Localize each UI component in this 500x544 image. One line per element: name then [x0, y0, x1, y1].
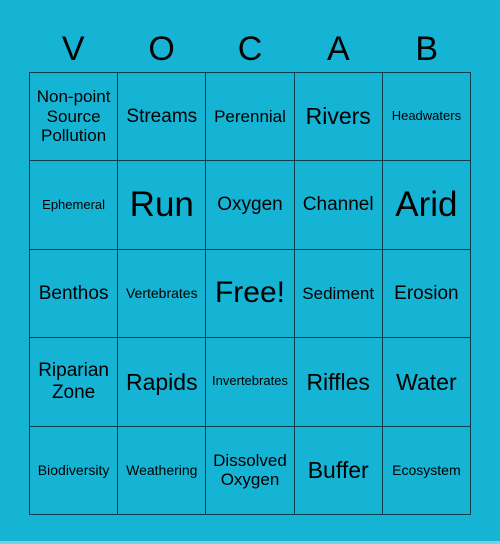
bingo-cell[interactable]: Sediment: [294, 249, 383, 339]
cell-label: Erosion: [394, 282, 459, 304]
cell-label: Riparian Zone: [38, 360, 109, 403]
header-letter: C: [237, 30, 263, 68]
bingo-cell[interactable]: Rapids: [118, 338, 207, 427]
bingo-cell[interactable]: Biodiversity: [30, 426, 119, 515]
cell-label: Riffles: [306, 368, 370, 395]
cell-label: Biodiversity: [37, 462, 110, 479]
header-letter: O: [148, 30, 175, 68]
cell-label: Vertebrates: [125, 285, 198, 302]
bingo-cell[interactable]: Channel: [294, 161, 383, 250]
cell-label: Arid: [395, 184, 458, 224]
free-space-cell[interactable]: Free!: [206, 249, 295, 339]
cell-label: Benthos: [38, 282, 109, 304]
cell-label: Rapids: [125, 368, 198, 395]
bingo-cell[interactable]: Streams: [118, 73, 207, 162]
header-letter: A: [327, 30, 350, 68]
cell-label: Ecosystem: [392, 462, 461, 479]
bingo-cell[interactable]: Ephemeral: [30, 161, 119, 250]
bingo-cell[interactable]: Non-point Source Pollution: [30, 73, 119, 162]
bingo-cell[interactable]: Benthos: [30, 249, 119, 339]
bingo-cell[interactable]: Weathering: [118, 426, 207, 515]
cell-label: Sediment: [302, 283, 375, 303]
bingo-cell[interactable]: Erosion: [382, 249, 471, 339]
cell-label: Headwaters: [391, 108, 462, 124]
bingo-header: V O C A B: [29, 24, 471, 74]
header-letter: V: [61, 30, 85, 68]
header-letter: B: [415, 30, 439, 68]
cell-label: Weathering: [126, 462, 198, 479]
cell-label: Buffer: [307, 457, 369, 484]
bingo-cell[interactable]: Buffer: [294, 426, 383, 515]
bingo-cell[interactable]: Riparian Zone: [30, 338, 119, 427]
bingo-grid: Non-point Source Pollution Streams Perenni…: [29, 72, 471, 515]
cell-label: Free!: [214, 276, 285, 310]
cell-label: Invertebrates: [212, 373, 288, 389]
cell-label: Channel: [302, 194, 374, 216]
bingo-cell[interactable]: Arid: [382, 161, 471, 250]
cell-label: Run: [129, 184, 194, 224]
cell-label: Rivers: [305, 103, 371, 130]
bingo-cell[interactable]: Riffles: [294, 338, 383, 427]
bingo-cell[interactable]: Water: [382, 338, 471, 427]
bingo-cell[interactable]: Perennial: [206, 73, 295, 162]
bingo-cell[interactable]: Headwaters: [382, 73, 471, 162]
bingo-cell[interactable]: Vertebrates: [118, 249, 207, 339]
bingo-cell[interactable]: Dissolved Oxygen: [206, 426, 295, 515]
bingo-cell[interactable]: Run: [118, 161, 207, 250]
bingo-cell[interactable]: Invertebrates: [206, 338, 295, 427]
cell-label: Dissolved Oxygen: [213, 450, 287, 490]
cell-label: Non-point Source Pollution: [36, 87, 111, 146]
bingo-cell[interactable]: Ecosystem: [382, 426, 471, 515]
cell-label: Water: [396, 368, 457, 395]
bingo-cell[interactable]: Rivers: [294, 73, 383, 162]
bingo-cell[interactable]: Oxygen: [206, 161, 295, 250]
cell-label: Oxygen: [217, 194, 283, 216]
cell-label: Ephemeral: [42, 196, 106, 212]
cell-label: Perennial: [214, 106, 286, 126]
cell-label: Streams: [126, 105, 198, 127]
